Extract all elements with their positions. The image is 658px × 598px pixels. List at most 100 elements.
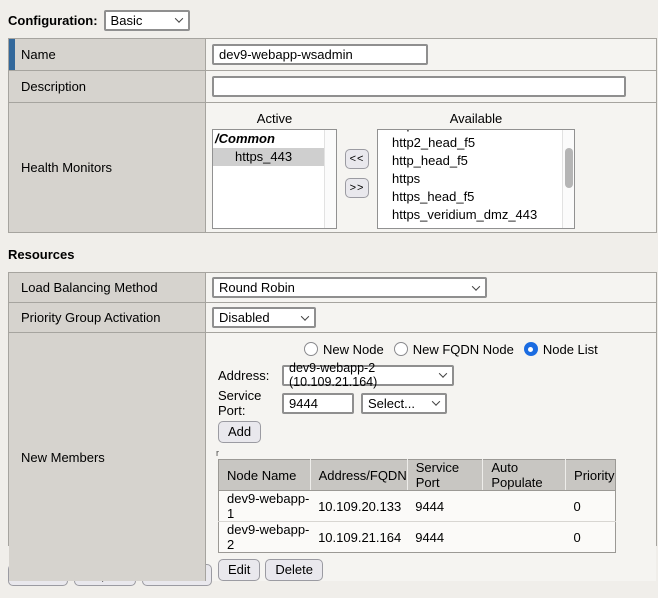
configuration-select-value: Basic bbox=[111, 13, 143, 28]
radio-node-list[interactable]: Node List bbox=[524, 342, 598, 357]
available-list-scrollbar[interactable] bbox=[562, 130, 574, 228]
monitor-move-buttons: << >> bbox=[337, 149, 377, 198]
required-indicator bbox=[9, 39, 15, 70]
member-row[interactable]: dev9-webapp-1 10.109.20.133 9444 0 bbox=[219, 491, 616, 522]
radio-icon bbox=[394, 342, 408, 356]
health-monitors-picker: Active /Common https_443 << >> bbox=[212, 103, 575, 229]
health-monitors-row: Health Monitors Active /Common https_443 bbox=[9, 103, 656, 233]
available-monitors-items: http http2_head_f5 http_head_f5 https ht… bbox=[378, 130, 562, 228]
chevron-down-icon bbox=[301, 312, 309, 320]
priority-group-label: Priority Group Activation bbox=[21, 310, 160, 325]
node-type-radio-group: New Node New FQDN Node Node List bbox=[304, 340, 656, 358]
members-table: Node Name Address/FQDN Service Port Auto… bbox=[218, 459, 616, 553]
load-balancing-label: Load Balancing Method bbox=[21, 280, 158, 295]
move-to-active-button[interactable]: << bbox=[345, 149, 369, 169]
priority-group-value-cell: Disabled bbox=[206, 303, 656, 332]
address-label: Address: bbox=[218, 368, 282, 383]
service-port-label: Service Port: bbox=[218, 388, 282, 418]
member-priority: 0 bbox=[566, 491, 616, 522]
delete-button[interactable]: Delete bbox=[265, 559, 323, 581]
active-monitor-item[interactable]: https_443 bbox=[213, 148, 324, 166]
col-address-fqdn: Address/FQDN bbox=[310, 460, 407, 491]
chevron-down-icon bbox=[439, 369, 447, 377]
monitor-folder-item[interactable]: /Common bbox=[213, 130, 324, 148]
description-value-cell bbox=[206, 71, 656, 102]
available-header: Available bbox=[377, 111, 575, 129]
available-monitor-item[interactable]: http_head_f5 bbox=[378, 152, 562, 170]
available-monitors-column: Available http http2_head_f5 http_head_f… bbox=[377, 111, 575, 229]
radio-node-list-label: Node List bbox=[543, 342, 598, 357]
health-monitors-value-cell: Active /Common https_443 << >> bbox=[206, 103, 656, 232]
move-to-available-button[interactable]: >> bbox=[345, 178, 369, 198]
description-label: Description bbox=[21, 79, 86, 94]
address-line: Address: dev9-webapp-2 (10.109.21.164) bbox=[218, 364, 656, 386]
address-select-value: dev9-webapp-2 (10.109.21.164) bbox=[289, 361, 430, 389]
service-port-line: Service Port: Select... bbox=[218, 392, 656, 414]
service-port-select-value: Select... bbox=[368, 396, 415, 411]
chevron-down-icon bbox=[174, 14, 182, 22]
configuration-table: Name Description Health Monitors Active bbox=[8, 38, 657, 233]
member-address: 10.109.21.164 bbox=[310, 522, 407, 553]
scrollbar-thumb[interactable] bbox=[565, 148, 573, 188]
radio-new-fqdn-node[interactable]: New FQDN Node bbox=[394, 342, 514, 357]
configuration-bar: Configuration: Basic bbox=[8, 8, 657, 32]
member-node-name: dev9-webapp-2 bbox=[219, 522, 311, 553]
col-priority: Priority bbox=[566, 460, 616, 491]
new-members-value-cell: New Node New FQDN Node Node List Address… bbox=[206, 333, 656, 581]
active-monitors-column: Active /Common https_443 bbox=[212, 111, 337, 229]
address-select[interactable]: dev9-webapp-2 (10.109.21.164) bbox=[282, 365, 454, 386]
edit-button[interactable]: Edit bbox=[218, 559, 260, 581]
load-balancing-label-cell: Load Balancing Method bbox=[9, 273, 206, 302]
member-node-name: dev9-webapp-1 bbox=[219, 491, 311, 522]
available-monitor-item[interactable]: https bbox=[378, 170, 562, 188]
priority-group-label-cell: Priority Group Activation bbox=[9, 303, 206, 332]
active-list-scrollbar[interactable] bbox=[324, 130, 336, 228]
description-input[interactable] bbox=[212, 76, 626, 97]
available-monitor-item[interactable]: https_veridium_dmz_443 bbox=[378, 206, 562, 224]
member-auto-populate bbox=[483, 522, 566, 553]
available-monitor-item[interactable]: http2_head_f5 bbox=[378, 134, 562, 152]
health-monitors-label-cell: Health Monitors bbox=[9, 103, 206, 232]
available-monitors-listbox[interactable]: http http2_head_f5 http_head_f5 https ht… bbox=[377, 129, 575, 229]
radio-new-node[interactable]: New Node bbox=[304, 342, 384, 357]
chevron-down-icon bbox=[432, 397, 440, 405]
new-members-row: New Members New Node New FQDN Node bbox=[9, 333, 656, 546]
name-row: Name bbox=[9, 39, 656, 71]
member-actions: Edit Delete bbox=[218, 559, 656, 581]
resources-table: Load Balancing Method Round Robin Priori… bbox=[8, 272, 657, 546]
member-priority: 0 bbox=[566, 522, 616, 553]
radio-new-fqdn-node-label: New FQDN Node bbox=[413, 342, 514, 357]
radio-selected-icon bbox=[524, 342, 538, 356]
member-service-port: 9444 bbox=[407, 491, 483, 522]
service-port-input[interactable] bbox=[282, 393, 354, 414]
configuration-select[interactable]: Basic bbox=[104, 10, 190, 31]
priority-group-select[interactable]: Disabled bbox=[212, 307, 316, 328]
add-line: Add bbox=[218, 421, 656, 443]
new-members-form: New Node New FQDN Node Node List Address… bbox=[212, 333, 656, 581]
configuration-label: Configuration: bbox=[8, 13, 98, 28]
health-monitors-label: Health Monitors bbox=[21, 160, 112, 175]
priority-group-select-value: Disabled bbox=[219, 310, 270, 325]
chevron-down-icon bbox=[472, 282, 480, 290]
stray-text: r bbox=[216, 448, 656, 458]
name-label: Name bbox=[21, 47, 56, 62]
active-monitors-listbox[interactable]: /Common https_443 bbox=[212, 129, 337, 229]
name-label-cell: Name bbox=[9, 39, 206, 70]
name-input[interactable] bbox=[212, 44, 428, 65]
col-service-port: Service Port bbox=[407, 460, 483, 491]
radio-new-node-label: New Node bbox=[323, 342, 384, 357]
available-monitor-item[interactable]: https_head_f5 bbox=[378, 188, 562, 206]
col-node-name: Node Name bbox=[219, 460, 311, 491]
name-value-cell bbox=[206, 39, 656, 70]
description-row: Description bbox=[9, 71, 656, 103]
members-table-header-row: Node Name Address/FQDN Service Port Auto… bbox=[219, 460, 616, 491]
member-address: 10.109.20.133 bbox=[310, 491, 407, 522]
priority-group-row: Priority Group Activation Disabled bbox=[9, 303, 656, 333]
member-row[interactable]: dev9-webapp-2 10.109.21.164 9444 0 bbox=[219, 522, 616, 553]
col-auto-populate: Auto Populate bbox=[483, 460, 566, 491]
load-balancing-select-value: Round Robin bbox=[219, 280, 295, 295]
add-button[interactable]: Add bbox=[218, 421, 261, 443]
service-port-select[interactable]: Select... bbox=[361, 393, 447, 414]
member-auto-populate bbox=[483, 491, 566, 522]
load-balancing-select[interactable]: Round Robin bbox=[212, 277, 487, 298]
